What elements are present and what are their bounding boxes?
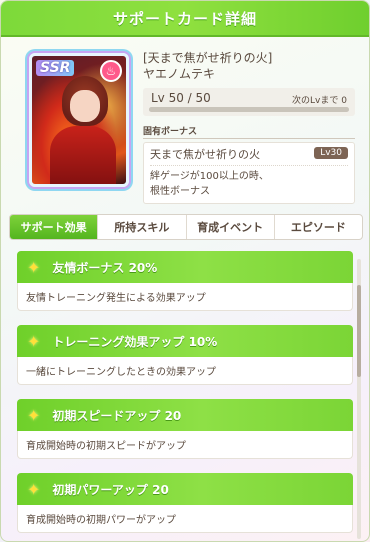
effect-header: ✦ 初期スピードアップ 20	[17, 399, 353, 431]
level-progress-bar	[149, 107, 349, 112]
effect-title: 友情ボーナス 20%	[52, 260, 158, 275]
effect-header: ✦ 友情ボーナス 20%	[17, 251, 353, 283]
fire-flame-icon: ♨	[100, 60, 122, 82]
effect-header: ✦ 初期パワーアップ 20	[17, 473, 353, 505]
panel-title: サポートカード詳細	[1, 1, 369, 37]
unique-bonus-label: 固有ボーナス	[143, 124, 355, 139]
tab-skills[interactable]: 所持スキル	[98, 215, 187, 239]
level-label: Lv 50 / 50	[151, 91, 211, 105]
level-box: Lv 50 / 50 次のLvまで 0	[143, 88, 355, 116]
effect-description: 育成開始時の初期パワーがアップ	[17, 505, 353, 533]
list-scrollbar[interactable]	[357, 259, 361, 539]
effect-item: ✦ 初期スピードアップ 20 育成開始時の初期スピードがアップ	[17, 399, 353, 459]
scrollbar-thumb[interactable]	[357, 285, 361, 377]
effect-title: 初期スピードアップ 20	[52, 408, 182, 423]
detail-tabs: サポート効果 所持スキル 育成イベント エピソード	[9, 214, 363, 240]
card-art-dress	[50, 126, 116, 184]
support-card-image[interactable]: SSR ♨	[29, 53, 129, 187]
level-progress-fill	[149, 107, 349, 112]
support-card-detail-panel: サポートカード詳細 SSR ♨ [天まで焦がせ祈りの火] ヤエノムテキ Lv 5…	[0, 0, 370, 542]
next-level-label: 次のLvまで 0	[292, 96, 347, 106]
effect-description: 育成開始時の初期スピードがアップ	[17, 431, 353, 459]
character-name: ヤエノムテキ	[143, 67, 216, 81]
effect-item: ✦ トレーニング効果アップ 10% 一緒にトレーニングしたときの効果アップ	[17, 325, 353, 385]
card-info: [天まで焦がせ祈りの火] ヤエノムテキ Lv 50 / 50 次のLvまで 0 …	[143, 51, 355, 204]
divider	[150, 165, 348, 166]
sparkle-icon: ✦	[27, 479, 41, 499]
effect-header: ✦ トレーニング効果アップ 10%	[17, 325, 353, 357]
unique-bonus-box: 天まで焦がせ祈りの火 Lv30 絆ゲージが100以上の時、 根性ボーナス	[143, 142, 355, 204]
unique-bonus-level-badge: Lv30	[314, 147, 348, 159]
rarity-badge: SSR	[36, 60, 75, 76]
card-art-face	[70, 90, 100, 122]
sparkle-icon: ✦	[27, 405, 41, 425]
effect-title: 初期パワーアップ 20	[52, 482, 169, 497]
effect-item: ✦ 初期パワーアップ 20 育成開始時の初期パワーがアップ	[17, 473, 353, 533]
unique-bonus-desc-line1: 絆ゲージが100以上の時、	[150, 171, 269, 182]
effect-title: トレーニング効果アップ 10%	[52, 334, 218, 349]
effect-item: ✦ 友情ボーナス 20% 友情トレーニング発生による効果アップ	[17, 251, 353, 311]
sparkle-icon: ✦	[27, 331, 41, 351]
effect-description: 一緒にトレーニングしたときの効果アップ	[17, 357, 353, 385]
unique-bonus-desc-line2: 根性ボーナス	[150, 186, 210, 197]
tab-support-effects[interactable]: サポート効果	[10, 215, 99, 239]
tab-training-events[interactable]: 育成イベント	[187, 215, 275, 239]
sparkle-icon: ✦	[27, 257, 41, 277]
effect-description: 友情トレーニング発生による効果アップ	[17, 283, 353, 311]
support-effect-list[interactable]: ✦ 友情ボーナス 20% 友情トレーニング発生による効果アップ ✦ トレーニング…	[17, 251, 353, 541]
tab-episodes[interactable]: エピソード	[275, 215, 362, 239]
card-title: [天まで焦がせ祈りの火]	[143, 51, 273, 65]
